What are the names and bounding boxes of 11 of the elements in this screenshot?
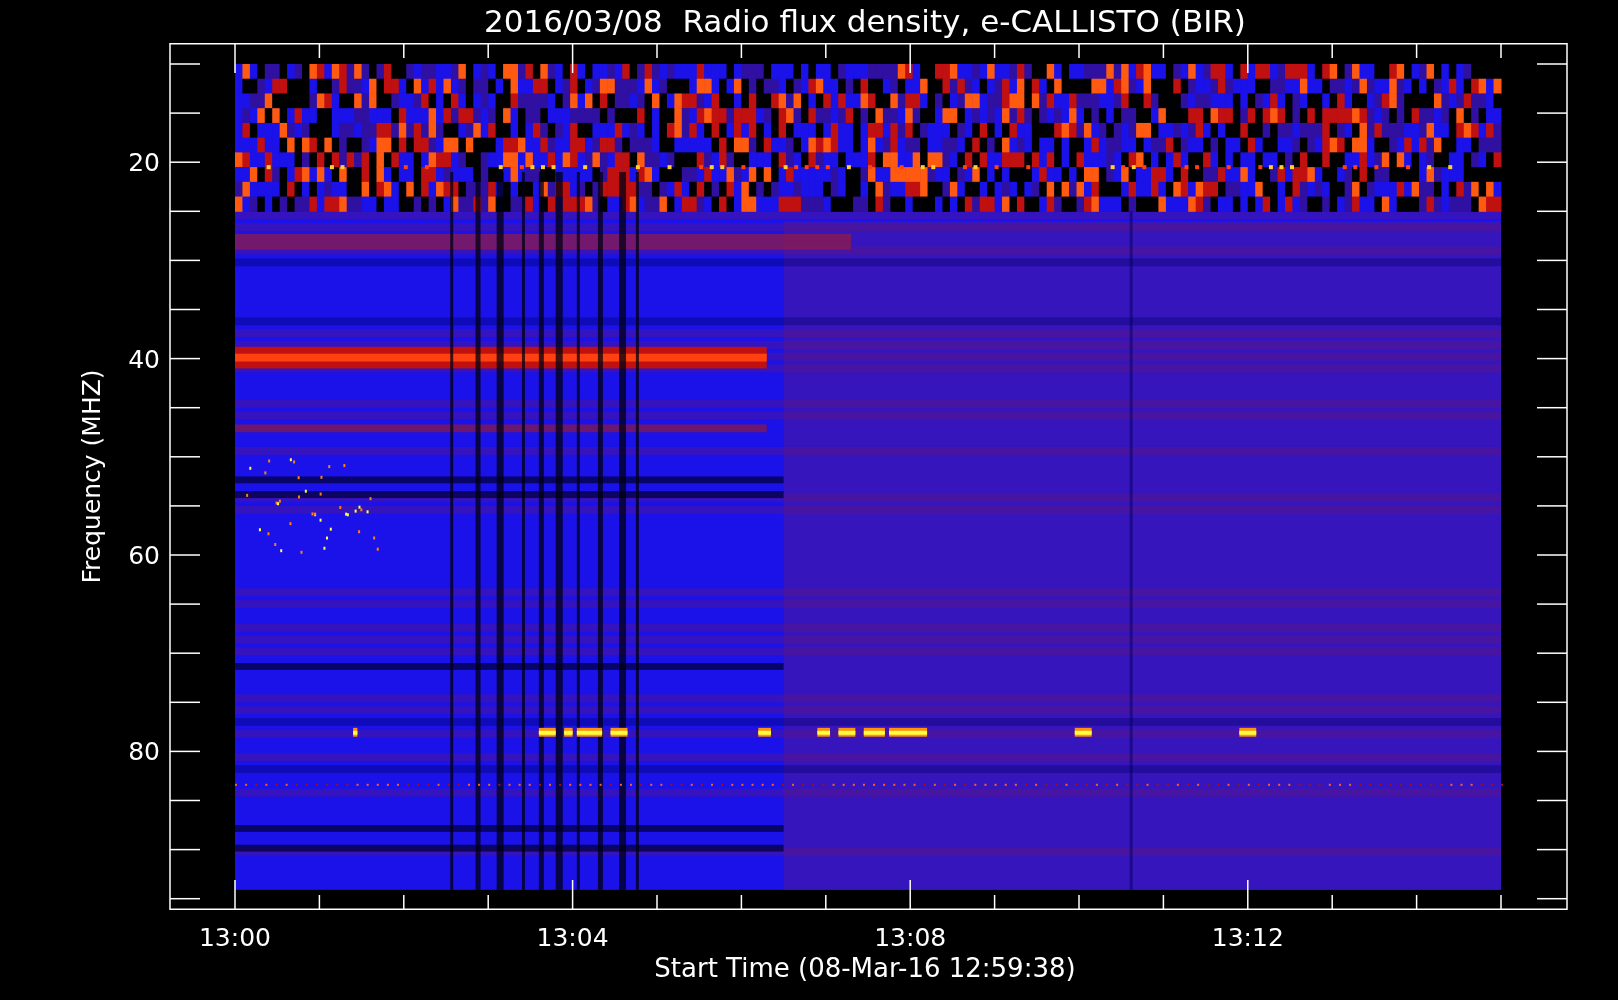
x-tick-label: 13:12 (1211, 923, 1284, 952)
y-tick-label: 60 (128, 541, 160, 570)
x-axis-label: Start Time (08-Mar-16 12:59:38) (654, 955, 1076, 981)
y-tick-label: 80 (128, 737, 160, 767)
x-tick-label: 13:08 (874, 923, 947, 952)
y-tick-label: 20 (128, 148, 160, 178)
chart-title: 2016/03/08 Radio flux density, e-CALLISTO (BIR) (484, 6, 1246, 37)
x-tick-label: 13:04 (536, 923, 609, 952)
x-tick-label: 13:00 (199, 923, 271, 952)
y-axis-label: Frequency (MHZ) (77, 369, 106, 584)
y-tick-label: 40 (128, 344, 160, 374)
